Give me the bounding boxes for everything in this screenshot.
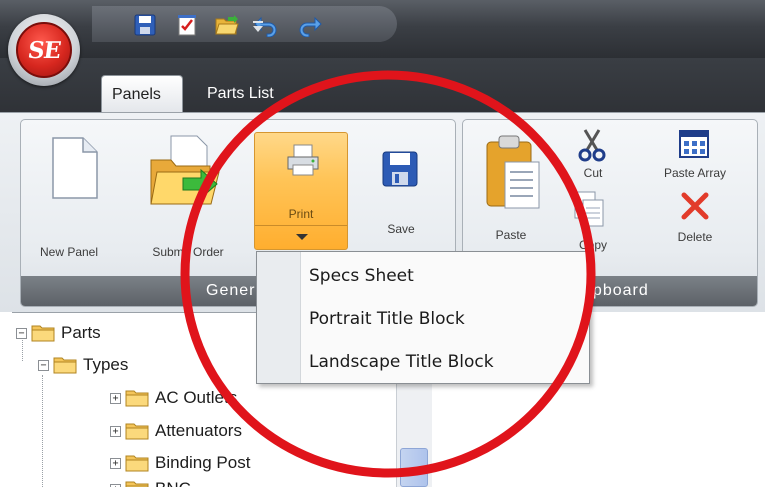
print-label: Print — [288, 207, 314, 221]
tree-node-parts[interactable]: − Parts — [16, 322, 101, 344]
save-icon[interactable] — [130, 10, 160, 40]
expand-icon[interactable]: + — [110, 392, 121, 404]
quick-access-toolbar — [92, 6, 397, 42]
paste-button[interactable]: Paste — [471, 128, 551, 264]
tree-node-types[interactable]: − Types — [38, 354, 128, 376]
logo-text: SE — [26, 36, 62, 64]
menu-item-landscape-title-block[interactable]: Landscape Title Block — [309, 344, 494, 380]
expand-icon[interactable]: + — [110, 425, 121, 437]
tree-node-binding-post[interactable]: + Binding Post — [110, 452, 250, 474]
tree-node-label: Attenuators — [155, 421, 242, 440]
new-panel-label: New Panel — [39, 245, 99, 259]
folder-icon — [125, 454, 149, 472]
expand-icon[interactable]: + — [110, 457, 121, 469]
tree-node-attenuators[interactable]: + Attenuators — [110, 420, 242, 442]
app-logo: SE — [16, 22, 72, 78]
grid-array-icon — [679, 130, 709, 158]
tree-node-label: Parts — [61, 323, 101, 342]
menu-icon-gutter — [257, 252, 301, 383]
tree-node-ac-outlets[interactable]: + AC Outlets — [110, 387, 237, 409]
delete-label: Delete — [677, 230, 713, 244]
submit-order-button[interactable]: Submit Order — [133, 130, 243, 260]
menu-item-specs-sheet[interactable]: Specs Sheet — [309, 258, 414, 294]
checklist-icon[interactable] — [172, 10, 202, 40]
submit-order-label: Submit Order — [152, 245, 224, 259]
redo-icon[interactable] — [294, 10, 324, 40]
tree-node-label: Types — [83, 355, 129, 374]
new-panel-button[interactable]: New Panel — [21, 130, 125, 260]
cut-label: Cut — [583, 166, 603, 180]
paste-array-button[interactable]: Paste Array — [641, 126, 749, 184]
delete-x-icon — [681, 192, 709, 220]
copy-pages-icon — [574, 191, 604, 227]
print-dropdown-menu: Specs Sheet Portrait Title Block Landsca… — [256, 251, 590, 384]
copy-label: Copy — [578, 238, 607, 252]
title-bar — [0, 0, 765, 58]
tree-node-label: Binding Post — [155, 453, 251, 472]
expand-icon[interactable]: + — [110, 483, 121, 487]
customize-dropdown-icon[interactable] — [250, 18, 266, 34]
folder-icon — [125, 480, 149, 487]
folder-icon — [31, 324, 55, 342]
tree-node-label: AC Outlets — [155, 388, 238, 407]
application-menu-button[interactable]: SE — [8, 14, 80, 86]
menu-item-portrait-title-block[interactable]: Portrait Title Block — [309, 301, 465, 337]
copy-button[interactable]: Copy — [563, 190, 623, 256]
folder-icon — [125, 422, 149, 440]
save-label: Save — [387, 222, 415, 236]
tab-panels[interactable]: Panels — [101, 75, 183, 112]
ribbon-tab-strip: Panels Parts List — [0, 58, 765, 112]
printer-icon — [287, 144, 319, 176]
delete-button[interactable]: Delete — [641, 192, 749, 252]
folder-icon — [125, 389, 149, 407]
tree-scroll-thumb[interactable] — [400, 448, 428, 487]
cut-button[interactable]: Cut — [563, 126, 623, 184]
paste-label: Paste — [495, 228, 527, 242]
collapse-icon[interactable]: − — [38, 359, 49, 371]
print-split-button[interactable]: Print — [254, 132, 348, 250]
new-page-icon — [52, 137, 98, 199]
tree-node-label: BNC — [155, 479, 191, 487]
open-folder-icon[interactable] — [212, 10, 242, 40]
save-button[interactable]: Save — [365, 130, 437, 260]
tab-parts-list[interactable]: Parts List — [197, 75, 317, 112]
clipboard-icon — [486, 135, 540, 209]
collapse-icon[interactable]: − — [16, 327, 27, 339]
submit-folder-icon — [150, 135, 220, 205]
tree-connector — [42, 375, 43, 487]
tree-node-bnc[interactable]: + BNC — [110, 478, 191, 487]
chevron-down-icon[interactable] — [295, 233, 309, 241]
scissors-icon — [578, 129, 606, 162]
print-split-divider — [255, 225, 347, 226]
paste-array-label: Paste Array — [663, 166, 727, 180]
save-disk-icon — [382, 151, 418, 187]
folder-icon — [53, 356, 77, 374]
